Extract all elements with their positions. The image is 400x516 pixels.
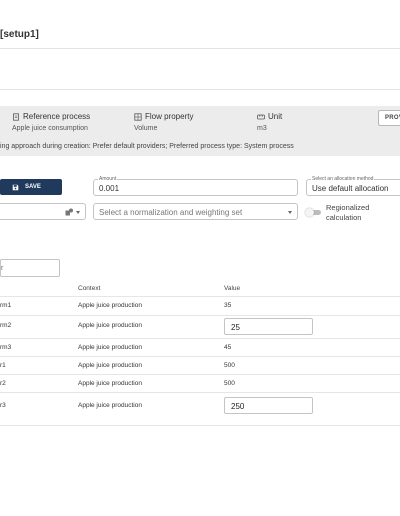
table-row (0, 356, 400, 357)
table-row (0, 338, 400, 339)
chevron-down-icon (76, 211, 80, 214)
table-row-name: rm3 (0, 344, 12, 351)
reference-process-column: Reference process Apple juice consumptio… (12, 111, 90, 132)
normalization-placeholder: Select a normalization and weighting set (99, 208, 243, 217)
allocation-method-select[interactable]: Select an allocation method Use default … (306, 176, 400, 196)
table-row-value: 45 (224, 344, 232, 351)
impact-method-select[interactable] (0, 203, 86, 220)
flow-property-value: Volume (134, 125, 158, 132)
filter-value: r (1, 265, 4, 272)
filter-input[interactable]: r (0, 259, 60, 277)
table-row (0, 315, 400, 316)
amount-field[interactable]: Amount 0.001 (93, 176, 298, 196)
amount-label: Amount (98, 176, 118, 183)
unit-icon (257, 114, 265, 119)
flow-property-icon (134, 112, 142, 121)
regionalized-toggle-knob[interactable] (305, 208, 314, 217)
amount-value: 0.001 (99, 184, 120, 193)
flow-property-label: Flow property (145, 112, 194, 121)
table-row-name: r1 (0, 362, 6, 369)
column-header-value: Value (224, 285, 241, 292)
table-row-name: rm1 (0, 302, 12, 309)
save-icon (12, 184, 19, 190)
reference-process-value: Apple juice consumption (12, 125, 88, 132)
table-bottom-divider (0, 425, 400, 426)
provider-button[interactable]: PROV (378, 110, 400, 126)
table-row-name: rm2 (0, 322, 12, 329)
header-divider (0, 296, 400, 297)
table-row-context: Apple juice production (78, 322, 142, 329)
allocation-method-label: Select an allocation method (311, 176, 375, 183)
reference-process-label: Reference process (23, 112, 91, 121)
save-button-label: SAVE (25, 184, 41, 190)
page-title: [setup1] (0, 29, 39, 40)
table-row-value: 500 (224, 380, 235, 387)
unit-label: Unit (268, 112, 283, 121)
chevron-down-icon (288, 211, 292, 214)
regionalized-label: Regionalized calculation (326, 203, 370, 222)
table-row-value: 35 (224, 302, 232, 309)
table-row (0, 374, 400, 375)
allocation-method-value: Use default allocation (312, 184, 389, 193)
column-header-context: Context (78, 285, 101, 292)
unit-column: Unit m3 (257, 111, 282, 132)
table-row-value: 500 (224, 362, 235, 369)
table-row (0, 392, 400, 393)
table-row-context: Apple juice production (78, 402, 142, 409)
table-row-context: Apple juice production (78, 362, 142, 369)
value-input[interactable]: 25 (224, 318, 313, 335)
method-icon (65, 208, 73, 216)
save-button[interactable]: SAVE (0, 179, 62, 195)
flow-property-column: Flow property Volume (134, 111, 193, 132)
table-row-context: Apple juice production (78, 344, 142, 351)
table-row-context: Apple juice production (78, 302, 142, 309)
divider (0, 89, 400, 90)
table-row-context: Apple juice production (78, 380, 142, 387)
value-input[interactable]: 250 (224, 397, 313, 414)
unit-value: m3 (257, 125, 267, 132)
table-row-name: r2 (0, 380, 6, 387)
table-row-name: r3 (0, 402, 6, 409)
divider (0, 48, 400, 49)
reference-process-icon (13, 112, 19, 121)
normalization-select[interactable]: Select a normalization and weighting set (93, 203, 298, 220)
linking-approach-text: ing approach during creation: Prefer def… (0, 143, 294, 150)
